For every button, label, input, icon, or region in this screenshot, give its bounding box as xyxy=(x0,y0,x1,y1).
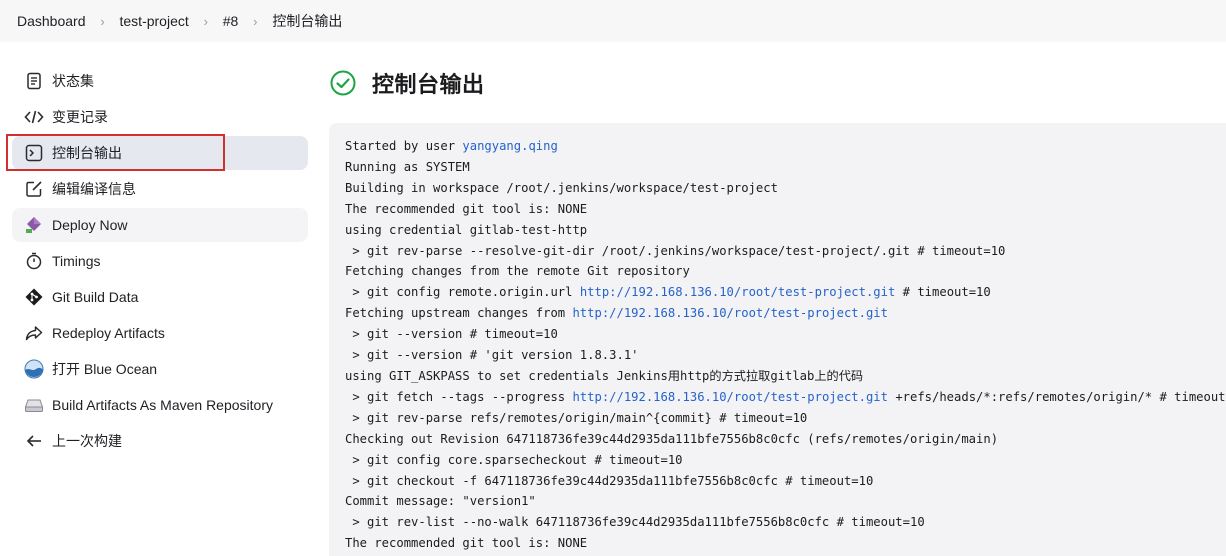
chevron-right-icon: › xyxy=(253,13,258,29)
console-line: Running as SYSTEM xyxy=(345,160,470,174)
console-text-segment: The recommended git tool is: NONE xyxy=(345,201,588,216)
console-line: > git checkout -f 647118736fe39c44d2935d… xyxy=(345,474,873,488)
console-line: Fetching upstream changes from http://19… xyxy=(345,306,888,320)
share-arrow-icon xyxy=(24,323,44,343)
console-line: > git --version # 'git version 1.8.3.1' xyxy=(345,348,639,363)
console-text-segment: Started by user xyxy=(345,139,463,153)
sidebar-item-label: Redeploy Artifacts xyxy=(52,325,165,341)
sidebar-item-changes[interactable]: 变更记录 xyxy=(12,100,308,134)
stopwatch-icon xyxy=(24,251,44,271)
console-line: > git rev-parse refs/remotes/origin/main… xyxy=(345,411,807,425)
sidebar-item-git-build-data[interactable]: Git Build Data xyxy=(12,280,308,314)
arrow-left-icon xyxy=(24,431,44,451)
console-line: > git --version # timeout=10 xyxy=(345,327,558,342)
sidebar-item-edit-build-info[interactable]: 编辑编译信息 xyxy=(12,172,308,206)
sidebar-item-label: Build Artifacts As Maven Repository xyxy=(52,397,273,413)
sidebar-item-status[interactable]: 状态集 xyxy=(12,64,308,98)
console-line: > git fetch --tags --progress http://192… xyxy=(345,390,1226,404)
console-text-segment: # timeout=10 xyxy=(895,285,991,300)
deploy-icon xyxy=(24,215,44,235)
breadcrumb: Dashboard › test-project › #8 › 控制台输出 xyxy=(0,0,1226,42)
console-text-segment: Commit message: "version1" xyxy=(345,494,536,509)
console-text-segment: > git config remote.origin.url xyxy=(345,285,580,300)
sidebar-item-deploy-now[interactable]: Deploy Now xyxy=(12,208,308,242)
chevron-right-icon: › xyxy=(100,13,105,29)
console-text: Started by user yangyang.qing Running as… xyxy=(345,136,1226,554)
console-line: Checking out Revision 647118736fe39c44d2… xyxy=(345,432,998,446)
console-text-segment: > git fetch --tags --progress xyxy=(345,389,573,404)
console-text-segment: Checking out Revision 647118736fe39c44d2… xyxy=(345,431,999,446)
breadcrumb-dashboard[interactable]: Dashboard xyxy=(17,13,86,29)
console-text-segment: > git rev-list --no-walk 647118736fe39c4… xyxy=(345,515,925,530)
console-link[interactable]: yangyang.qing xyxy=(462,139,557,153)
console-text-segment: Fetching changes from the remote Git rep… xyxy=(345,264,690,279)
breadcrumb-console[interactable]: 控制台输出 xyxy=(272,11,342,31)
blue-ocean-icon xyxy=(24,359,44,379)
sidebar-item-console-output[interactable]: 控制台输出 xyxy=(12,136,308,170)
sidebar-item-redeploy-artifacts[interactable]: Redeploy Artifacts xyxy=(12,316,308,350)
console-text-segment: Running as SYSTEM xyxy=(345,159,470,174)
sidebar-item-previous-build[interactable]: 上一次构建 xyxy=(12,424,308,458)
console-text-segment: > git --version # timeout=10 xyxy=(345,327,558,342)
sidebar-item-label: 状态集 xyxy=(52,73,94,89)
console-line: > git rev-list --no-walk 647118736fe39c4… xyxy=(345,515,925,530)
console-output: Started by user yangyang.qing Running as… xyxy=(329,123,1226,556)
sidebar-item-label: 打开 Blue Ocean xyxy=(52,361,158,377)
edit-icon xyxy=(24,179,44,199)
drive-icon xyxy=(24,395,44,415)
console-link[interactable]: http://192.168.136.10/root/test-project.… xyxy=(572,306,888,320)
chevron-right-icon: › xyxy=(203,13,208,29)
console-line: The recommended git tool is: NONE xyxy=(345,202,587,216)
console-text-segment: > git rev-parse --resolve-git-dir /root/… xyxy=(345,243,1006,258)
sidebar-item-timings[interactable]: Timings xyxy=(12,244,308,278)
console-text-segment: Fetching upstream changes from xyxy=(345,306,573,321)
code-icon xyxy=(24,107,44,127)
terminal-icon xyxy=(24,143,44,163)
console-text-segment: +refs/heads/*:refs/remotes/origin/* # ti… xyxy=(887,389,1226,404)
breadcrumb-build[interactable]: #8 xyxy=(223,13,239,29)
document-icon xyxy=(24,71,44,91)
console-line: Commit message: "version1" xyxy=(345,494,536,508)
console-line: > git rev-parse --resolve-git-dir /root/… xyxy=(345,244,1005,258)
console-link[interactable]: http://192.168.136.10/root/test-project.… xyxy=(572,390,888,404)
console-text-segment: Building in workspace /root/.jenkins/wor… xyxy=(345,180,778,195)
sidebar-item-label: 编辑编译信息 xyxy=(52,181,136,197)
console-line: Started by user yangyang.qing xyxy=(345,139,558,153)
sidebar-item-label: 控制台输出 xyxy=(52,145,122,161)
git-icon xyxy=(24,287,44,307)
sidebar-item-blue-ocean[interactable]: 打开 Blue Ocean xyxy=(12,352,308,386)
success-check-icon xyxy=(330,70,356,96)
console-text-segment: The recommended git tool is: NONE xyxy=(345,536,588,551)
sidebar-item-label: Git Build Data xyxy=(52,289,139,305)
console-line: Fetching changes from the remote Git rep… xyxy=(345,264,690,278)
console-text-segment: > git rev-parse refs/remotes/origin/main… xyxy=(345,410,808,425)
console-line: The recommended git tool is: NONE xyxy=(345,536,587,550)
page-header: 控制台输出 xyxy=(330,68,485,98)
sidebar: 状态集 变更记录 控制台输出 编辑编译信息 Deploy Now Timings xyxy=(12,64,308,460)
console-line: using credential gitlab-test-http xyxy=(345,223,587,237)
console-link[interactable]: http://192.168.136.10/root/test-project.… xyxy=(580,285,896,299)
console-line: > git config remote.origin.url http://19… xyxy=(345,285,991,300)
sidebar-item-label: 变更记录 xyxy=(52,109,108,125)
page-title: 控制台输出 xyxy=(372,72,485,97)
console-text-segment: > git --version # 'git version 1.8.3.1' xyxy=(345,348,639,363)
console-text-segment: > git checkout -f 647118736fe39c44d2935d… xyxy=(345,473,874,488)
sidebar-item-maven-repository[interactable]: Build Artifacts As Maven Repository xyxy=(12,388,308,422)
sidebar-item-label: 上一次构建 xyxy=(52,433,122,449)
sidebar-item-label: Timings xyxy=(52,253,101,269)
console-text-segment: using GIT_ASKPASS to set credentials Jen… xyxy=(345,368,864,383)
console-line: Building in workspace /root/.jenkins/wor… xyxy=(345,181,778,195)
console-text-segment: > git config core.sparsecheckout # timeo… xyxy=(345,452,683,467)
breadcrumb-project[interactable]: test-project xyxy=(120,13,189,29)
console-line: using GIT_ASKPASS to set credentials Jen… xyxy=(345,369,863,383)
sidebar-item-label: Deploy Now xyxy=(52,217,128,233)
console-line: > git config core.sparsecheckout # timeo… xyxy=(345,452,683,467)
console-text-segment: using credential gitlab-test-http xyxy=(345,222,588,237)
